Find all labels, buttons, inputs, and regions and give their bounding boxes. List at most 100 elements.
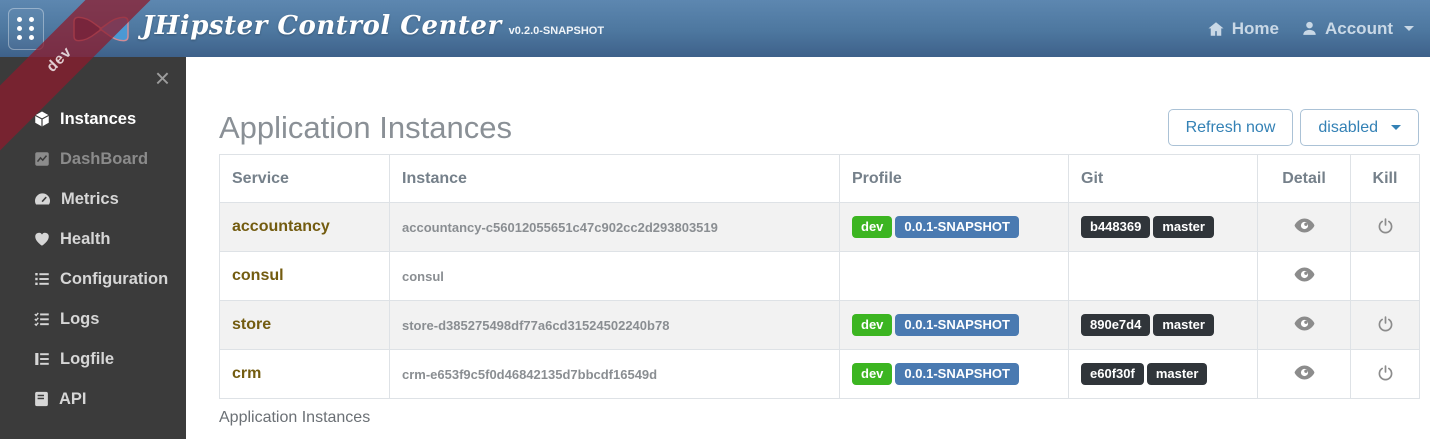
sidebar-menu: Instances DashBoard Metrics [0,57,186,419]
profile-cell: dev0.0.1-SNAPSHOT [840,350,1069,399]
jhipster-bowtie-logo [72,11,130,47]
home-icon [1207,20,1225,38]
sidebar-item-dashboard[interactable]: DashBoard [0,139,186,179]
kill-power-button[interactable] [1373,362,1398,387]
sidebar-item-api[interactable]: API [0,379,186,419]
user-icon [1301,20,1318,37]
column-header-service: Service [220,155,390,203]
nav-account-menu[interactable]: Account [1301,19,1414,39]
kill-cell [1351,203,1420,252]
nav-home-link[interactable]: Home [1207,19,1279,39]
table-footer-text: Application Instances [219,409,1419,427]
navbar-links: Home Account [1207,19,1414,39]
detail-cell [1258,301,1351,350]
cube-icon [33,110,51,128]
service-cell: accountancy [220,203,390,252]
profile-badge: dev [852,363,892,385]
top-navbar: JHipster Control Center v0.2.0-SNAPSHOT … [0,0,1430,57]
table-row: store store-d385275498df77a6cd31524502240… [220,301,1420,350]
git-cell: b448369master [1069,203,1258,252]
tasks-icon [33,310,51,328]
service-cell: crm [220,350,390,399]
sidebar-item-logs[interactable]: Logs [0,299,186,339]
refresh-rate-dropdown[interactable]: disabled [1300,109,1419,146]
book-icon [33,390,50,408]
git-badge: master [1147,363,1208,385]
power-icon [1377,217,1394,235]
sidebar-item-configuration[interactable]: Configuration [0,259,186,299]
chart-icon [33,150,51,168]
column-header-profile: Profile [840,155,1069,203]
detail-cell [1258,350,1351,399]
detail-eye-button[interactable] [1290,265,1319,287]
git-cell [1069,252,1258,301]
page-title: Application Instances [219,109,512,146]
profile-cell: dev0.0.1-SNAPSHOT [840,203,1069,252]
instance-id: store-d385275498df77a6cd31524502240b78 [390,301,840,350]
detail-eye-button[interactable] [1290,363,1319,385]
brand[interactable]: JHipster Control Center v0.2.0-SNAPSHOT [72,11,604,47]
tachometer-icon [33,190,52,208]
brand-version: v0.2.0-SNAPSHOT [509,25,604,37]
instance-id: consul [390,252,840,301]
sidebar-item-label: API [59,390,87,409]
service-link[interactable]: store [232,316,271,333]
git-cell: 890e7d4master [1069,301,1258,350]
git-badge: b448369 [1081,216,1150,238]
git-badge: master [1153,216,1214,238]
head-actions: Refresh now disabled [1168,109,1419,146]
profile-badge: dev [852,314,892,336]
instance-id: crm-e653f9c5f0d46842135d7bbcdf16549d [390,350,840,399]
eye-icon [1294,316,1315,331]
sidebar-item-label: Instances [60,110,136,129]
detail-cell [1258,203,1351,252]
table-header-row: Service Instance Profile Git Detail Kill [220,155,1420,203]
sidebar: × Instances DashBoard [0,57,186,439]
sidebar-item-label: Logfile [60,350,114,369]
main-content: Application Instances Refresh now disabl… [186,57,1430,439]
sidebar-item-label: Configuration [60,270,168,289]
profile-cell: dev0.0.1-SNAPSHOT [840,301,1069,350]
git-badge: e60f30f [1081,363,1144,385]
table-row: consul consul [220,252,1420,301]
git-badge: 890e7d4 [1081,314,1150,336]
service-link[interactable]: crm [232,365,261,382]
sidebar-item-label: DashBoard [60,150,148,169]
nav-home-label: Home [1232,19,1279,39]
kill-power-button[interactable] [1373,313,1398,338]
refresh-rate-label: disabled [1318,119,1378,137]
nav-account-label: Account [1325,19,1393,39]
sidebar-item-health[interactable]: Health [0,219,186,259]
list-icon [33,270,51,288]
sidebar-close-button[interactable]: × [155,65,170,91]
eye-icon [1294,218,1315,233]
profile-badge: dev [852,216,892,238]
chevron-down-icon [1404,26,1414,31]
detail-eye-button[interactable] [1290,216,1319,238]
kill-power-button[interactable] [1373,215,1398,240]
sidebar-item-instances[interactable]: Instances [0,99,186,139]
instances-table: Service Instance Profile Git Detail Kill… [219,154,1420,399]
heart-icon [33,230,51,248]
table-row: accountancyaccountancy-c56012055651c47c9… [220,203,1420,252]
kill-cell [1351,301,1420,350]
sidebar-item-metrics[interactable]: Metrics [0,179,186,219]
sidebar-item-label: Health [60,230,110,249]
service-link[interactable]: consul [232,267,284,284]
eye-icon [1294,365,1315,380]
eye-icon [1294,267,1315,282]
detail-eye-button[interactable] [1290,314,1319,336]
grid-dots-icon [17,17,35,40]
git-badge: master [1153,314,1214,336]
service-link[interactable]: accountancy [232,218,330,235]
refresh-now-button[interactable]: Refresh now [1168,109,1294,146]
profile-badge: 0.0.1-SNAPSHOT [895,216,1018,238]
column-header-git: Git [1069,155,1258,203]
page-head: Application Instances Refresh now disabl… [219,109,1419,146]
sidebar-item-logfile[interactable]: Logfile [0,339,186,379]
power-icon [1377,364,1394,382]
sidebar-item-label: Metrics [61,190,119,209]
menu-toggle-button[interactable] [8,8,44,50]
table-row: crmcrm-e653f9c5f0d46842135d7bbcdf16549dd… [220,350,1420,399]
profile-cell [840,252,1069,301]
